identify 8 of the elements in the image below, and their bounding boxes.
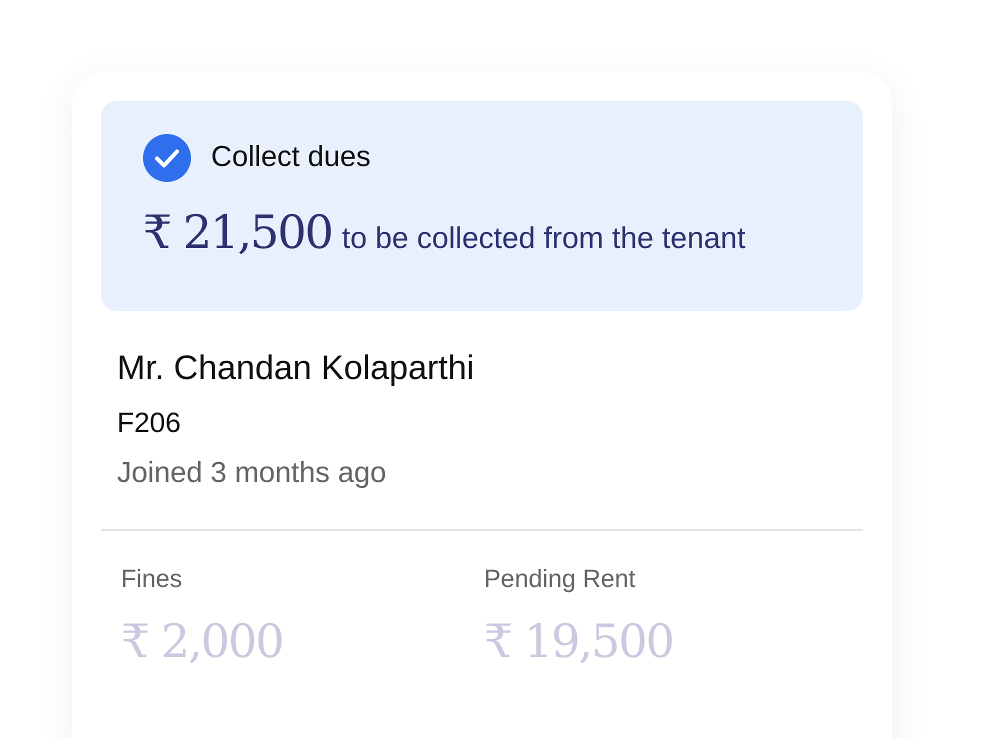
dues-caption: to be collected from the tenant: [342, 221, 746, 257]
dues-title: Collect dues: [211, 140, 371, 176]
tenant-name: Mr. Chandan Kolaparthi: [117, 348, 476, 389]
dues-amount: ₹ 21,500: [143, 204, 332, 261]
breakdown-label: Fines: [121, 564, 184, 595]
breakdown-label: Pending Rent: [484, 564, 637, 595]
tenant-unit: F206: [117, 406, 182, 440]
joined-text: Joined 3 months ago: [117, 456, 388, 491]
